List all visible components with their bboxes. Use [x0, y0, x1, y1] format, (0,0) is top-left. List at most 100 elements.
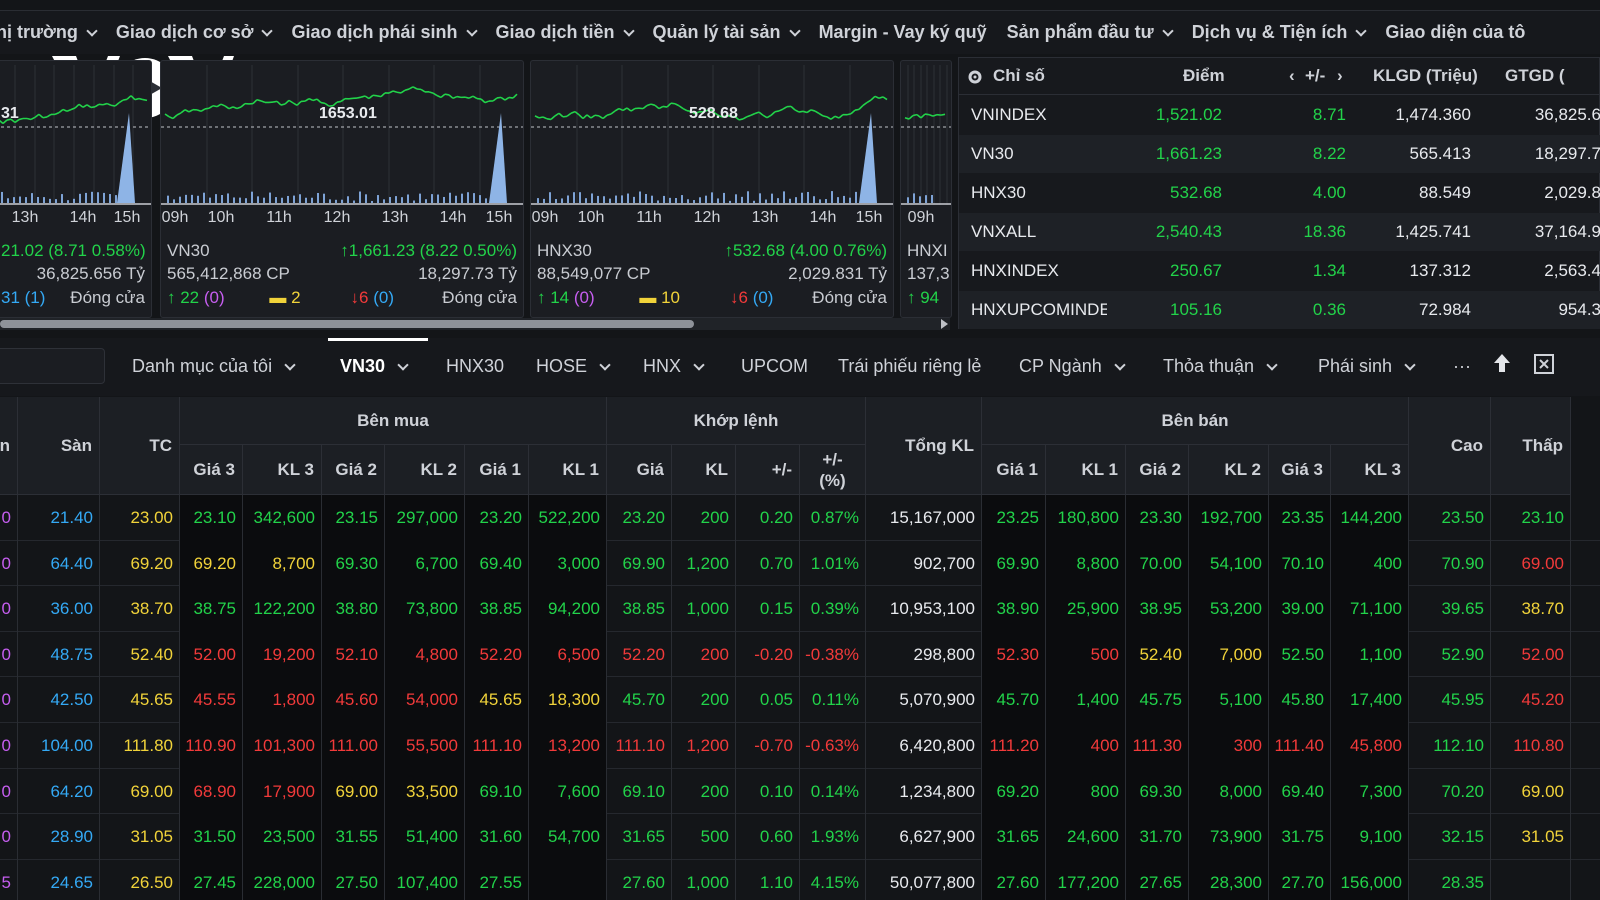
index-name-dropdown[interactable]: VN30 [167, 241, 210, 260]
column-header-low[interactable]: Thấp [1491, 397, 1571, 495]
column-header-mv[interactable]: KL [672, 445, 736, 495]
column-header-a1p[interactable]: Giá 1 [982, 445, 1046, 495]
board-tab[interactable]: Thỏa thuận [1163, 356, 1278, 377]
top-menu-item[interactable]: Giao dịch phái sinh [281, 22, 485, 43]
table-row[interactable]: 0 64.20 69.00 68.90 17,900 69.00 33,500 69.10 7,… [0, 768, 1600, 815]
top-menu-item[interactable]: Sản phẩm đầu tư [997, 22, 1182, 43]
cell-a1v: 8,800 [1046, 540, 1126, 587]
board-tab-label: Thỏa thuận [1163, 356, 1255, 376]
board-tab[interactable]: Danh mục của tôi [132, 356, 296, 377]
column-header-pct[interactable]: +/- (%) [800, 445, 866, 495]
table-row[interactable]: 0 64.40 69.20 69.20 8,700 69.30 6,700 69.40 3,00… [0, 540, 1600, 587]
index-row[interactable]: HNXUPCOMINDE 105.16 0.36 72.984 954.3 [959, 291, 1600, 329]
index-name-dropdown[interactable]: HNXI [907, 241, 948, 260]
top-menu-item[interactable]: Giao diện của tô [1375, 22, 1535, 43]
column-header-floor[interactable]: Sàn [18, 397, 100, 495]
volume-bar [443, 196, 445, 203]
column-header-a1v[interactable]: KL 1 [1046, 445, 1126, 495]
column-header-total[interactable]: Tổng KL [866, 397, 982, 495]
board-tab[interactable]: HNX30 [446, 356, 504, 377]
table-row[interactable]: 0 42.50 45.65 45.55 1,800 45.60 54,000 45.65 18,… [0, 677, 1600, 723]
cell-b3v: 228,000 [243, 859, 322, 900]
scrollbar-thumb[interactable] [0, 320, 694, 328]
column-header-a2p[interactable]: Giá 2 [1126, 445, 1189, 495]
column-header-b3v[interactable]: KL 3 [243, 445, 322, 495]
price-line-segment [554, 112, 560, 117]
column-header-mp[interactable]: Giá [607, 445, 672, 495]
column-header-high[interactable]: Cao [1409, 397, 1491, 495]
chart-scrollbar[interactable] [0, 318, 950, 330]
board-tab[interactable]: Trái phiếu riêng lẻ [838, 356, 981, 377]
top-menu-item[interactable]: Giao dịch cơ sở [106, 22, 282, 43]
column-header-a3p[interactable]: Giá 3 [1269, 445, 1331, 495]
index-row[interactable]: VNXALL 2,540.43 18.36 1,425.741 37,164.9 [959, 213, 1600, 251]
price-line-segment [102, 102, 108, 106]
board-tab[interactable]: HOSE [536, 356, 611, 377]
board-tab-label: UPCOM [741, 356, 808, 376]
column-header-b1p[interactable]: Giá 1 [465, 445, 529, 495]
column-header-a3v[interactable]: KL 3 [1331, 445, 1409, 495]
top-menu-item[interactable]: Giao dịch tiền [486, 22, 643, 43]
board-tab[interactable]: HNX [643, 356, 705, 377]
mini-chart-panel[interactable]: 1653.01 09h 10h 11h 12h 13h 14h 15h VN30 ↑1,661.2… [160, 60, 524, 318]
index-row[interactable]: HNXINDEX 250.67 1.34 137.312 2,563.4 [959, 252, 1600, 290]
board-tab[interactable]: VN30 [340, 356, 409, 377]
export-excel-icon[interactable] [1532, 352, 1556, 376]
column-header-ref[interactable]: TC [100, 397, 180, 495]
price-line-segment [674, 103, 680, 107]
board-tab[interactable]: ··· [1453, 356, 1471, 377]
table-row[interactable]: 0 21.40 23.00 23.10 342,600 23.15 297,000 23.20… [0, 495, 1600, 541]
volume-bar [221, 195, 223, 203]
scroll-top-icon[interactable] [1492, 352, 1512, 374]
mini-chart-panel[interactable]: 31 13h 14h 15h 21.02 (8.71 0.58%) 36,825.656 … [0, 60, 152, 318]
index-change: 8.22 [1312, 144, 1346, 163]
top-menu-item[interactable]: hị trường [0, 22, 106, 43]
table-row[interactable]: 0 36.00 38.70 38.75 122,200 38.80 73,800 38.85 9… [0, 586, 1600, 632]
cell-mp: 52.20 [607, 631, 672, 678]
cell-total: 1,234,800 [866, 768, 982, 815]
time-tick-label: 13h [751, 209, 779, 226]
top-menu-item[interactable]: Dịch vụ & Tiện ích [1182, 22, 1376, 43]
volume-bar [843, 195, 845, 203]
mini-chart-panel[interactable]: 09h HNXI 137,3 ↑ 94 [900, 60, 952, 318]
column-header-b2v[interactable]: KL 2 [385, 445, 465, 495]
board-tab[interactable]: Phái sinh [1318, 356, 1416, 377]
column-header-a2v[interactable]: KL 2 [1189, 445, 1269, 495]
symbol-search-input[interactable] [0, 348, 105, 384]
price-line-segment [304, 97, 310, 102]
volume-bar [371, 200, 373, 203]
cell-high: 39.65 [1409, 586, 1491, 632]
index-col-prev-icon[interactable]: ‹ [1289, 66, 1295, 86]
price-line-segment [428, 91, 434, 94]
index-point: 532.68 [1170, 183, 1222, 202]
cell-mv: 1,000 [672, 586, 736, 632]
index-row[interactable]: VN30 1,661.23 8.22 565.413 18,297.7 [959, 135, 1600, 173]
column-header-chg[interactable]: +/- [736, 445, 800, 495]
table-row[interactable]: 5 24.65 26.50 27.45 228,000 27.50 107,400 27.55… [0, 859, 1600, 900]
mini-chart-panel[interactable]: 528.68 09h 10h 11h 12h 13h 14h 15h HNX30 ↑532.68 … [530, 60, 894, 318]
index-col-next-icon[interactable]: › [1337, 66, 1343, 86]
top-menu-item[interactable]: Margin - Vay ký quỹ [809, 22, 997, 43]
column-header-b1v[interactable]: KL 1 [529, 445, 607, 495]
cell-ref: 31.05 [100, 814, 180, 860]
table-row[interactable]: 0 104.00 111.80 110.90 101,300 111.00 55,500 11… [0, 723, 1600, 769]
board-tab[interactable]: UPCOM [741, 356, 808, 377]
column-header-ceil[interactable]: n [0, 397, 18, 495]
index-row[interactable]: HNX30 532.68 4.00 88.549 2,029.8 [959, 174, 1600, 212]
price-line-segment [26, 117, 32, 121]
volume-bar [711, 192, 713, 203]
price-line-segment [468, 95, 474, 99]
column-header-b3p[interactable]: Giá 3 [180, 445, 243, 495]
index-name-dropdown[interactable]: HNX30 [537, 241, 592, 260]
cell-b2v: 55,500 [385, 723, 465, 769]
index-row[interactable]: VNINDEX 1,521.02 8.71 1,474.360 36,825.6 [959, 96, 1600, 134]
cell-low: 45.20 [1491, 677, 1571, 723]
board-tab[interactable]: CP Ngành [1019, 356, 1126, 377]
column-header-b2p[interactable]: Giá 2 [322, 445, 385, 495]
volume-bar [341, 199, 343, 203]
top-menu-item[interactable]: Quản lý tài sản [643, 22, 809, 43]
table-row[interactable]: 0 28.90 31.05 31.50 23,500 31.55 51,400 31.60 54… [0, 814, 1600, 860]
table-row[interactable]: 0 48.75 52.40 52.00 19,200 52.10 4,800 52.20 6,5… [0, 631, 1600, 678]
scroll-right-icon[interactable] [941, 319, 948, 329]
settings-gear-icon[interactable] [967, 66, 983, 90]
